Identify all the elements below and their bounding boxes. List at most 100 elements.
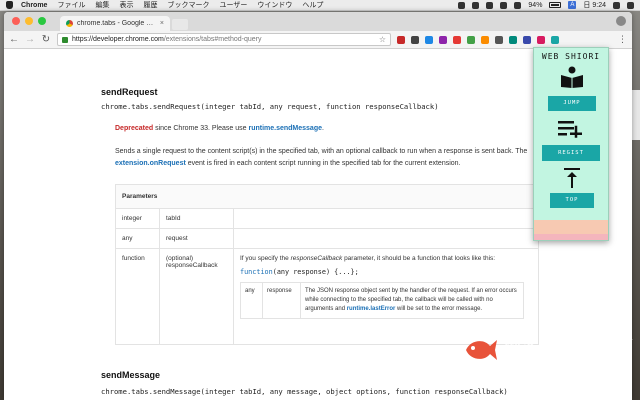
menu-edit[interactable]: 編集 <box>95 0 109 10</box>
close-tab-icon[interactable]: × <box>160 20 164 27</box>
lock-icon <box>62 36 68 43</box>
param-name: tabId <box>159 208 234 229</box>
bluetooth-icon[interactable] <box>486 1 494 9</box>
callback-intro-em: responseCallback <box>290 255 343 262</box>
close-window-button[interactable] <box>12 17 20 25</box>
browser-menu-icon[interactable]: ⋮ <box>618 34 627 45</box>
window-controls <box>12 17 46 25</box>
reload-icon[interactable]: ↻ <box>41 34 51 45</box>
deprecated-end: . <box>322 125 324 132</box>
apple-icon[interactable] <box>6 1 13 9</box>
menu-bookmarks[interactable]: ブックマーク <box>167 0 209 10</box>
extension-pin-icon[interactable] <box>453 35 461 44</box>
callback-intro: If you specify the responseCallback para… <box>240 255 532 262</box>
extension-purple-icon[interactable] <box>439 35 447 44</box>
fish-logo-icon <box>466 339 497 360</box>
deprecation-notice: Deprecated since Chrome 33. Please use r… <box>115 125 324 132</box>
menu-user[interactable]: ユーザー <box>219 0 247 10</box>
param-desc <box>233 208 539 229</box>
menu-history[interactable]: 履歴 <box>143 0 157 10</box>
menu-view[interactable]: 表示 <box>119 0 133 10</box>
regist-button[interactable]: REGIST <box>542 145 600 161</box>
watermark-zh: 网多鱼 <box>504 339 558 358</box>
callback-param-desc: The JSON response object sent by the han… <box>300 282 524 319</box>
watermark: 网多鱼 wduoyu.com <box>462 334 558 365</box>
param-type: function <box>115 248 160 345</box>
method-description: Sends a single request to the content sc… <box>115 146 535 170</box>
callback-desc-text-2: will be set to the error message. <box>395 306 483 312</box>
callback-signature: function(any response) {...}; <box>240 268 532 276</box>
url-path: /extensions/tabs#method-query <box>163 36 262 43</box>
extension-indigo-icon[interactable] <box>523 35 531 44</box>
extension-dark-icon[interactable] <box>411 35 419 44</box>
watermark-en: wduoyu.com <box>504 358 544 365</box>
extension-red-icon[interactable] <box>397 35 405 44</box>
parameters-header: Parameters <box>115 184 539 209</box>
extension-icons <box>397 35 559 44</box>
zoom-window-button[interactable] <box>38 17 46 25</box>
input-source-icon[interactable]: A <box>568 1 577 9</box>
extension-grid-icon[interactable] <box>495 35 503 44</box>
tab-chrome-tabs[interactable]: chrome.tabs - Google Chrome × <box>60 16 170 31</box>
param-type: integer <box>115 208 160 229</box>
callback-intro-text-2: parameter, it should be a function that … <box>342 255 496 262</box>
extension-orange-icon[interactable] <box>481 35 489 44</box>
extension-green-icon[interactable] <box>467 35 475 44</box>
menu-file[interactable]: ファイル <box>57 0 85 10</box>
description-text-1: Sends a single request to the content sc… <box>115 148 528 155</box>
url-host: https://developer.chrome.com <box>72 36 164 43</box>
tab-title: chrome.tabs - Google Chrome <box>77 20 156 27</box>
tab-bar: chrome.tabs - Google Chrome × <box>4 12 632 31</box>
param-type: any <box>115 228 160 249</box>
extension-teal-icon[interactable] <box>509 35 517 44</box>
notification-center-icon[interactable] <box>627 1 634 9</box>
forward-arrow-icon[interactable]: → <box>25 34 35 45</box>
new-tab-button[interactable] <box>172 19 188 30</box>
volume-icon[interactable] <box>514 1 522 9</box>
callback-param-type: any <box>240 282 263 319</box>
callback-keyword: function <box>240 268 273 276</box>
jump-button[interactable]: JUMP <box>548 96 596 111</box>
signature-sendrequest: chrome.tabs.sendRequest(integer tabId, a… <box>101 102 439 111</box>
popup-title: WEB SHIORI <box>541 52 601 61</box>
param-name: (optional) responseCallback <box>159 248 234 345</box>
callback-signature-rest: (any response) {...}; <box>272 268 359 276</box>
clock[interactable]: 日 9:24 <box>583 0 606 10</box>
callback-intro-text-1: If you specify the <box>240 255 291 262</box>
callback-params-table: any response The JSON response object se… <box>240 282 524 319</box>
callback-param-name: response <box>262 282 301 319</box>
evernote-icon[interactable] <box>472 1 480 9</box>
link-extension-onrequest[interactable]: extension.onRequest <box>115 160 186 167</box>
table-row: function (optional) responseCallback If … <box>115 248 539 345</box>
link-runtime-lasterror[interactable]: runtime.lastError <box>347 306 396 312</box>
extension-pink-icon[interactable] <box>537 35 545 44</box>
top-button[interactable]: TOP <box>550 193 594 208</box>
dropbox-icon[interactable] <box>458 1 466 9</box>
back-arrow-icon[interactable]: ← <box>9 34 19 45</box>
param-desc-callback: If you specify the responseCallback para… <box>233 248 539 345</box>
background-window-edge <box>632 90 640 140</box>
signature-sendmessage: chrome.tabs.sendMessage(integer tabId, a… <box>101 387 508 396</box>
add-to-list-icon <box>558 121 582 138</box>
chrome-favicon-icon <box>66 20 73 27</box>
popup-footer-bar <box>534 220 608 240</box>
address-bar[interactable]: https://developer.chrome.com/extensions/… <box>57 33 391 46</box>
wifi-icon[interactable] <box>500 1 508 9</box>
arrow-to-top-icon <box>564 168 580 188</box>
menu-window[interactable]: ウインドウ <box>257 0 292 10</box>
extension-web-shiori-icon[interactable] <box>551 35 559 44</box>
section-title-sendrequest: sendRequest <box>101 87 158 97</box>
watermark-text: 网多鱼 wduoyu.com <box>504 334 558 365</box>
minimize-window-button[interactable] <box>25 17 33 25</box>
menu-app-name[interactable]: Chrome <box>21 2 47 9</box>
deprecated-label: Deprecated <box>115 125 154 132</box>
profile-icon[interactable] <box>616 16 626 26</box>
search-icon[interactable] <box>613 1 620 9</box>
menu-help[interactable]: ヘルプ <box>302 0 323 10</box>
param-desc <box>233 228 539 249</box>
table-row: integer tabId <box>115 208 539 229</box>
extension-blue-icon[interactable] <box>425 35 433 44</box>
bookmark-star-icon[interactable]: ☆ <box>379 35 386 44</box>
battery-icon[interactable] <box>549 2 562 8</box>
link-runtime-sendmessage[interactable]: runtime.sendMessage <box>248 125 322 132</box>
